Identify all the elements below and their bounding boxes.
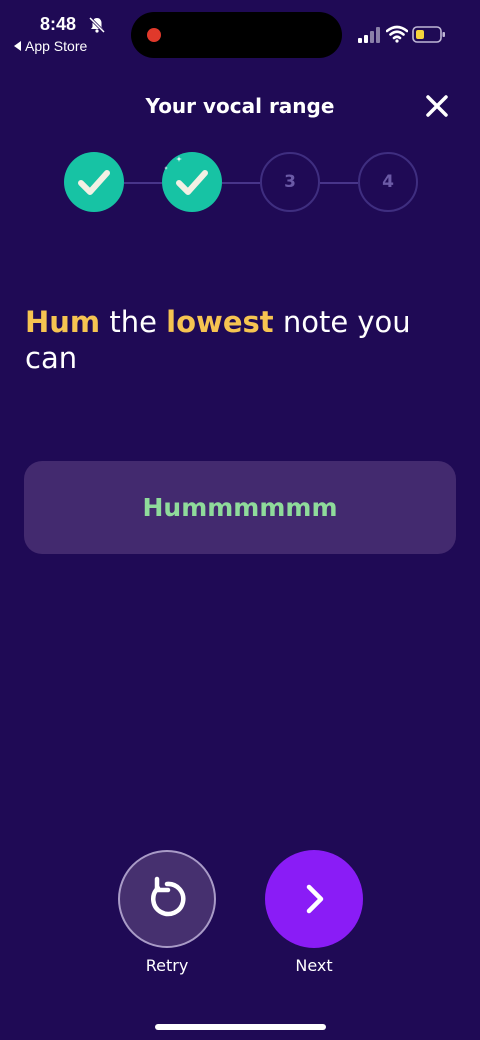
recording-indicator-icon xyxy=(147,28,161,42)
instruction-highlight-hum: Hum xyxy=(25,305,101,339)
sparkle-icon xyxy=(164,166,168,170)
step-2-complete xyxy=(162,152,222,212)
progress-stepper: 3 4 xyxy=(64,152,418,214)
step-connector xyxy=(222,182,260,184)
checkmark-icon xyxy=(78,170,110,195)
home-indicator xyxy=(155,1024,326,1030)
retry-button[interactable] xyxy=(118,850,216,948)
back-arrow-icon xyxy=(14,41,21,51)
status-time: 8:48 xyxy=(40,14,77,34)
instruction-highlight-lowest: lowest xyxy=(166,305,274,339)
silent-bell-icon xyxy=(88,16,106,34)
step-3: 3 xyxy=(260,152,320,212)
checkmark-icon xyxy=(176,170,208,195)
sparkle-icon xyxy=(176,156,182,162)
cellular-signal-icon xyxy=(358,27,380,43)
close-icon[interactable] xyxy=(424,93,450,119)
hum-feedback-card: Hummmmmm xyxy=(24,461,456,554)
step-4: 4 xyxy=(358,152,418,212)
chevron-right-icon xyxy=(306,884,324,914)
status-bar: 8:48 App Store xyxy=(0,0,480,70)
next-label: Next xyxy=(295,956,333,975)
battery-low-icon xyxy=(412,26,445,43)
step-1-complete xyxy=(64,152,124,212)
back-link-label: App Store xyxy=(25,38,88,54)
back-to-app-store[interactable]: App Store xyxy=(14,38,87,54)
page-title: Your vocal range xyxy=(145,94,335,118)
next-button[interactable] xyxy=(265,850,363,948)
dynamic-island xyxy=(131,12,342,58)
instruction-text-part: the xyxy=(100,305,167,339)
step-connector xyxy=(124,182,162,184)
hum-feedback-text: Hummmmmm xyxy=(142,493,338,522)
instruction-text: Hum the lowest note you can xyxy=(25,304,445,376)
retry-icon xyxy=(151,876,186,917)
retry-label: Retry xyxy=(145,956,189,975)
wifi-icon xyxy=(386,25,408,43)
step-connector xyxy=(320,182,358,184)
